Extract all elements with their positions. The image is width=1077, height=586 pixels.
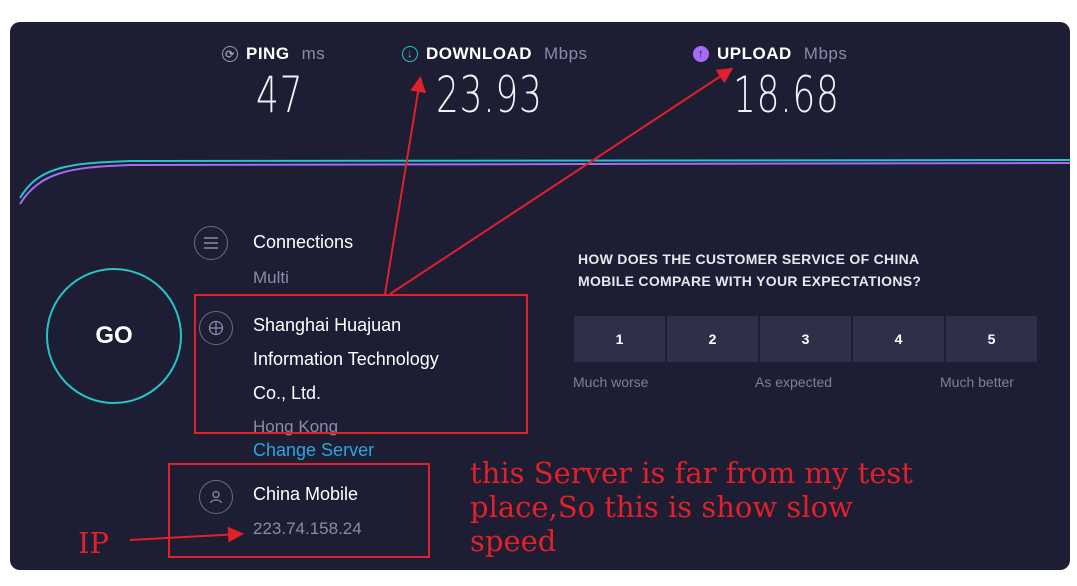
arrow-to-upload [389,67,734,295]
note-line1: this Server is far from my test [470,456,913,490]
note-line2: place,So this is show slow [470,490,853,524]
note-line3: speed [470,524,557,558]
arrow-to-download [384,76,426,295]
ip-annotation: IP [78,526,109,560]
note-annotation: this Server is far from my test place,So… [470,456,913,558]
arrow-to-ip [129,526,244,543]
